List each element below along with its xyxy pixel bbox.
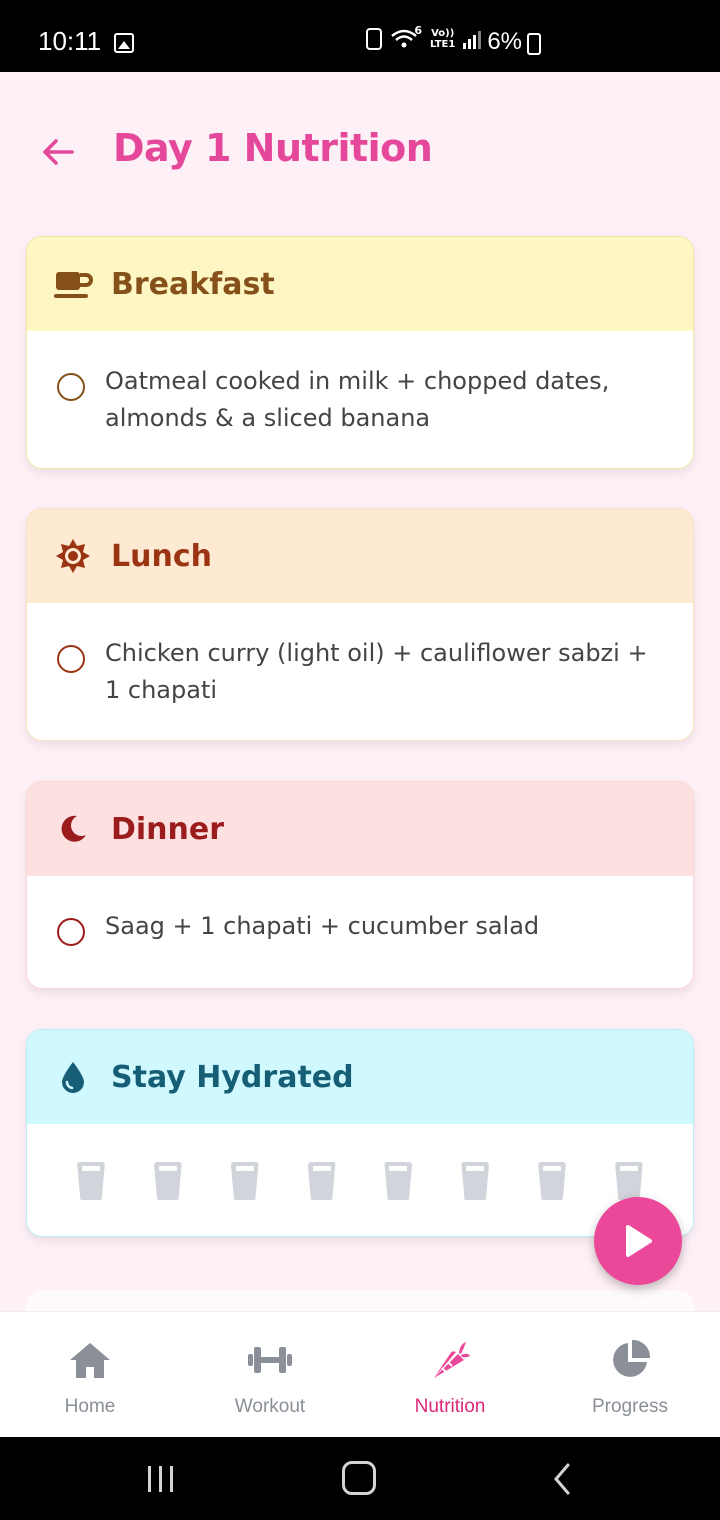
lunch-item-text: Chicken curry (light oil) + cauliflower … — [105, 639, 648, 704]
bottom-navigation: Home Workout Nutrition Progress — [0, 1311, 720, 1437]
water-drop-icon — [53, 1057, 93, 1097]
water-glasses-row — [27, 1124, 693, 1200]
coffee-cup-icon — [53, 264, 93, 304]
recycle-lock-icon — [366, 28, 382, 50]
battery-percent: 6% — [487, 28, 522, 55]
nav-label-nutrition: Nutrition — [414, 1396, 486, 1417]
pie-chart-icon — [606, 1338, 654, 1382]
wifi-badge: 6 — [414, 24, 422, 37]
volte-top-text: Vo)) — [431, 28, 455, 39]
lunch-title: Lunch — [111, 538, 212, 574]
water-glass-icon[interactable] — [538, 1162, 567, 1200]
home-icon — [66, 1338, 114, 1382]
dinner-title: Dinner — [111, 811, 225, 847]
system-navigation-bar — [0, 1437, 720, 1520]
water-glass-icon[interactable] — [77, 1162, 105, 1200]
dinner-item[interactable]: Saag + 1 chapati + cucumber salad — [27, 876, 693, 946]
page-title: Day 1 Nutrition — [113, 126, 433, 170]
nav-label-workout: Workout — [234, 1396, 306, 1417]
nav-label-progress: Progress — [591, 1396, 669, 1417]
status-bar: 10:11 6 Vo)) LTE1 6% — [0, 0, 720, 72]
breakfast-title: Breakfast — [111, 266, 275, 302]
hydration-title: Stay Hydrated — [111, 1059, 354, 1095]
gallery-notification-icon — [114, 33, 134, 53]
arrow-left-icon — [43, 139, 74, 165]
water-glass-icon[interactable] — [614, 1162, 643, 1200]
play-fab-button[interactable] — [594, 1197, 682, 1285]
system-home-button[interactable] — [342, 1461, 376, 1495]
dinner-check-radio[interactable] — [57, 918, 85, 946]
volte-icon: Vo)) LTE1 — [430, 28, 455, 50]
lunch-card-header: Lunch — [27, 509, 693, 603]
wifi-icon: 6 — [390, 24, 422, 50]
water-glass-icon[interactable] — [307, 1162, 336, 1200]
nav-item-progress[interactable]: Progress — [540, 1312, 720, 1438]
signal-icon — [463, 29, 482, 49]
hydration-card-header: Stay Hydrated — [27, 1030, 693, 1124]
water-glass-icon[interactable] — [230, 1162, 259, 1200]
recent-apps-button[interactable] — [140, 1459, 180, 1499]
battery-charging-icon — [527, 33, 541, 55]
dinner-item-text: Saag + 1 chapati + cucumber salad — [105, 912, 540, 940]
breakfast-check-radio[interactable] — [57, 373, 85, 401]
dinner-card-header: Dinner — [27, 782, 693, 876]
dinner-card: Dinner Saag + 1 chapati + cucumber salad — [26, 781, 694, 989]
chevron-left-icon — [554, 1463, 570, 1495]
breakfast-item[interactable]: Oatmeal cooked in milk + chopped dates, … — [27, 331, 693, 437]
breakfast-item-text: Oatmeal cooked in milk + chopped dates, … — [105, 367, 610, 432]
sun-icon — [53, 536, 93, 576]
system-back-button[interactable] — [548, 1459, 588, 1499]
back-button[interactable] — [38, 132, 78, 172]
nav-item-workout[interactable]: Workout — [180, 1312, 360, 1438]
breakfast-card: Breakfast Oatmeal cooked in milk + chopp… — [26, 236, 694, 469]
lunch-item[interactable]: Chicken curry (light oil) + cauliflower … — [27, 603, 693, 709]
lunch-card: Lunch Chicken curry (light oil) + caulif… — [26, 508, 694, 741]
status-time: 10:11 — [38, 26, 102, 56]
breakfast-card-header: Breakfast — [27, 237, 693, 331]
hydration-card: Stay Hydrated — [26, 1029, 694, 1237]
nav-item-nutrition[interactable]: Nutrition — [360, 1312, 540, 1438]
dumbbell-icon — [246, 1338, 294, 1382]
play-icon — [626, 1225, 652, 1257]
water-glass-icon[interactable] — [461, 1162, 490, 1200]
moon-icon — [53, 809, 93, 849]
water-glass-icon[interactable] — [153, 1162, 182, 1200]
carrot-icon — [426, 1338, 474, 1382]
volte-bottom-text: LTE1 — [430, 39, 456, 50]
lunch-check-radio[interactable] — [57, 645, 85, 673]
nav-item-home[interactable]: Home — [0, 1312, 180, 1438]
water-glass-icon[interactable] — [384, 1162, 413, 1200]
nav-label-home: Home — [64, 1396, 116, 1417]
page-header: Day 1 Nutrition — [0, 72, 720, 232]
